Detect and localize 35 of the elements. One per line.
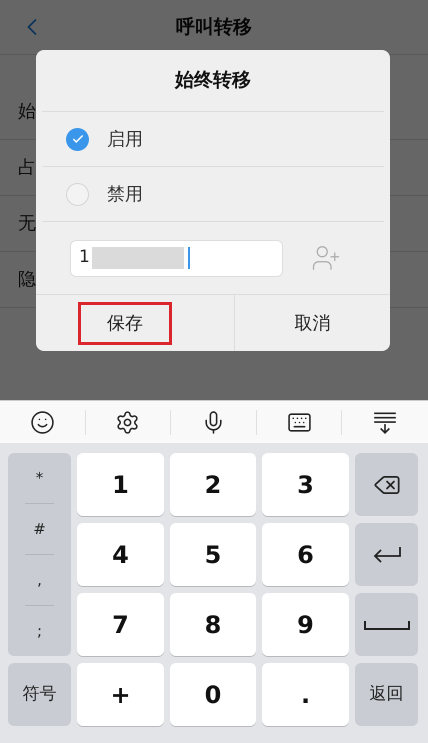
digit-key[interactable]: 1 [77,453,164,516]
space-key[interactable] [355,593,418,656]
digit-key[interactable]: 8 [170,593,256,656]
emoji-icon[interactable] [30,410,55,434]
radio-option[interactable]: 启用 [42,112,384,167]
digit-key[interactable]: 6 [262,523,349,586]
dialog-button[interactable]: 取消 [268,302,356,344]
symbol-key[interactable]: ; [36,620,42,642]
digit-key[interactable]: 7 [77,593,164,656]
backspace-key[interactable] [355,453,418,516]
digit-key[interactable]: 2 [170,453,256,516]
phone-number-field[interactable]: 1 [70,240,283,276]
digit-key[interactable]: 5 [170,523,256,586]
switch-key[interactable]: 符号 [8,663,71,726]
symbol-key[interactable]: * [36,466,44,490]
digit-key[interactable]: . [262,663,349,726]
digit-key[interactable]: + [77,663,164,726]
return-key[interactable]: 返回 [355,663,418,726]
text-cursor [188,247,190,269]
symbol-key[interactable]: , [37,568,42,592]
digit-key[interactable]: 4 [77,523,164,586]
settings-icon[interactable] [115,410,140,434]
enter-key[interactable] [355,523,418,586]
digit-key[interactable]: 9 [262,593,349,656]
symbol-key[interactable]: # [33,518,46,540]
radio-option[interactable]: 禁用 [42,167,384,222]
checked-radio-icon [66,128,89,150]
digit-key[interactable]: 0 [170,663,256,726]
unchecked-radio-icon [66,182,89,206]
dialog-button[interactable]: 保存 [78,302,172,344]
enter-icon [372,544,402,564]
page-title: 呼叫转移 [176,14,252,40]
dialog-title: 始终转移 [175,68,251,94]
space-icon [364,620,410,630]
digit-key[interactable]: 3 [262,453,349,516]
